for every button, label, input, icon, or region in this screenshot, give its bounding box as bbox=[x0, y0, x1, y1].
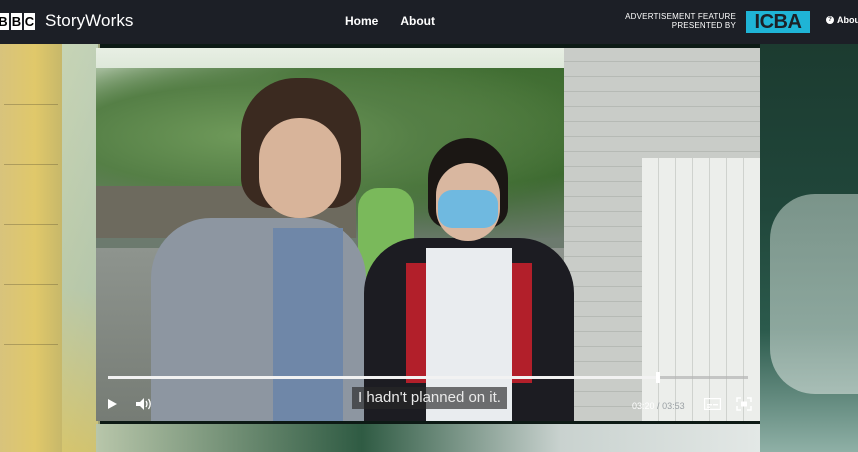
background-scribble bbox=[4, 224, 58, 225]
background-left-panel bbox=[0, 44, 100, 452]
video-player[interactable]: I hadn't planned on it. 03:20 / 03:53 bbox=[96, 48, 760, 421]
volume-icon[interactable] bbox=[136, 398, 153, 410]
duration: 03:53 bbox=[662, 401, 685, 411]
video-progress-bar[interactable] bbox=[108, 372, 748, 383]
woman-face bbox=[259, 118, 341, 218]
video-controls: 03:20 / 03:53 bbox=[96, 391, 760, 417]
background-scribble bbox=[4, 284, 58, 285]
time-separator: / bbox=[657, 401, 660, 411]
video-progress-handle[interactable] bbox=[656, 372, 661, 383]
background-scribble bbox=[4, 104, 58, 105]
video-time: 03:20 / 03:53 bbox=[632, 401, 685, 411]
background-face bbox=[770, 194, 858, 394]
logo-block-1: B bbox=[0, 13, 9, 30]
fullscreen-icon[interactable] bbox=[736, 397, 752, 411]
background-bottom-strip bbox=[96, 424, 760, 452]
girl-jacket-stripe bbox=[406, 263, 426, 383]
scene-woman bbox=[151, 78, 366, 421]
about-link-label: About bbox=[837, 15, 858, 25]
advert-line-1: ADVERTISEMENT FEATURE bbox=[625, 12, 736, 21]
sponsor-logo[interactable]: ICBA bbox=[746, 11, 810, 33]
captions-icon[interactable] bbox=[704, 398, 721, 410]
background-stripe bbox=[62, 44, 98, 452]
logo-block-2: B bbox=[11, 13, 22, 30]
background-scribble bbox=[4, 164, 58, 165]
nav-home[interactable]: Home bbox=[345, 14, 378, 28]
girl-face-mask bbox=[438, 190, 498, 228]
video-progress-fill bbox=[108, 376, 659, 379]
current-time: 03:20 bbox=[632, 401, 655, 411]
brand-name[interactable]: StoryWorks bbox=[45, 11, 134, 31]
logo-block-3: C bbox=[24, 13, 35, 30]
play-icon[interactable] bbox=[108, 399, 117, 409]
nav-about[interactable]: About bbox=[400, 14, 435, 28]
help-icon: ? bbox=[826, 16, 834, 24]
scene-building bbox=[564, 48, 760, 421]
girl-jacket-stripe bbox=[512, 263, 532, 383]
bbc-logo[interactable]: B B C bbox=[0, 13, 35, 30]
about-link[interactable]: ? About bbox=[826, 15, 858, 25]
video-frame bbox=[96, 48, 760, 421]
background-right-panel bbox=[760, 44, 858, 452]
advertisement-notice: ADVERTISEMENT FEATURE PRESENTED BY bbox=[612, 12, 736, 30]
advert-line-2: PRESENTED BY bbox=[671, 21, 736, 30]
background-scribble bbox=[4, 344, 58, 345]
main-nav: Home About bbox=[345, 14, 435, 28]
site-header: B B C StoryWorks Home About ADVERTISEMEN… bbox=[0, 0, 858, 44]
hero-stage: I hadn't planned on it. 03:20 / 03:53 bbox=[0, 44, 858, 452]
